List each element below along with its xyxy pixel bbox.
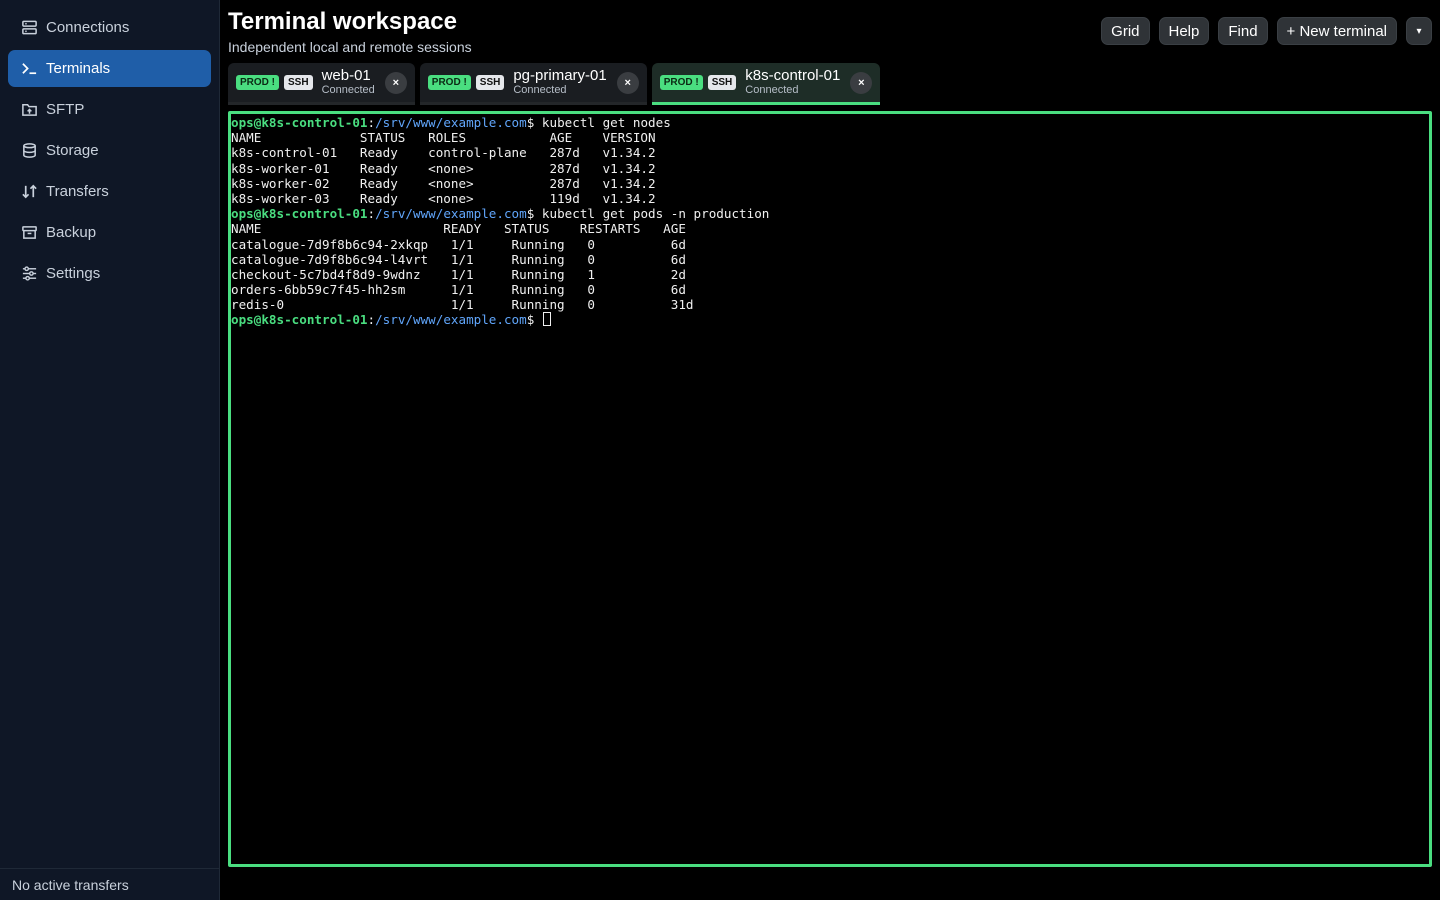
folder-upload-icon xyxy=(20,101,38,119)
terminal-output[interactable]: ops@k8s-control-01:/srv/www/example.com$… xyxy=(228,111,1432,867)
transfer-arrows-icon xyxy=(20,183,38,201)
chevron-down-icon: ▾ xyxy=(1416,25,1422,37)
page-title: Terminal workspace xyxy=(228,8,457,35)
terminal-cursor xyxy=(542,312,551,327)
terminal-output-line: orders-6bb59c7f45-hh2sm 1/1 Running 0 6d xyxy=(231,282,686,298)
prompt-end: $ xyxy=(526,206,542,222)
close-icon[interactable]: × xyxy=(384,71,407,94)
sidebar-item-sftp[interactable]: SFTP xyxy=(8,91,211,128)
page-subtitle: Independent local and remote sessions xyxy=(228,39,472,55)
sidebar-item-connections[interactable]: Connections xyxy=(8,9,211,46)
tab-web-01[interactable]: PROD ! SSH web-01 Connected × xyxy=(228,63,415,105)
archive-icon xyxy=(20,224,38,242)
prompt-end: $ xyxy=(526,115,542,130)
transfer-status: No active transfers xyxy=(0,868,219,900)
terminal-output-line: redis-0 1/1 Running 0 31d xyxy=(231,297,694,313)
tab-text: k8s-control-01 Connected xyxy=(745,68,840,97)
sidebar-item-backup[interactable]: Backup xyxy=(8,214,211,251)
protocol-badge: SSH xyxy=(707,75,737,90)
command-text: kubectl get nodes xyxy=(541,115,671,130)
sidebar-item-transfers[interactable]: Transfers xyxy=(8,173,211,210)
prompt-end: $ xyxy=(526,312,542,328)
env-badge: PROD ! xyxy=(659,75,703,90)
protocol-badge: SSH xyxy=(284,75,313,90)
sidebar: Connections Terminals SFTP Storage Trans… xyxy=(0,0,220,900)
tab-status: Connected xyxy=(745,84,799,96)
prompt-user: ops@k8s-control-01 xyxy=(231,115,368,130)
sidebar-item-label: Backup xyxy=(46,224,97,241)
server-icon xyxy=(20,19,38,37)
sidebar-item-storage[interactable]: Storage xyxy=(8,132,211,169)
terminal-prompt-line: ops@k8s-control-01:/srv/www/example.com$ xyxy=(231,312,1429,327)
sidebar-item-settings[interactable]: Settings xyxy=(8,255,211,292)
database-icon xyxy=(20,142,38,160)
terminal-output-line: catalogue-7d9f8b6c94-2xkqp 1/1 Running 0… xyxy=(231,236,686,252)
sidebar-item-label: SFTP xyxy=(46,101,85,118)
sidebar-item-label: Storage xyxy=(46,142,99,159)
sidebar-nav: Connections Terminals SFTP Storage Trans… xyxy=(0,0,219,292)
tab-status: Connected xyxy=(513,84,567,96)
env-badge: PROD ! xyxy=(236,75,279,90)
tab-name: k8s-control-01 xyxy=(745,67,841,84)
tab-pg-primary-01[interactable]: PROD ! SSH pg-primary-01 Connected × xyxy=(419,63,647,105)
new-terminal-button[interactable]: + New terminal xyxy=(1276,17,1397,45)
terminal-icon xyxy=(20,60,38,78)
terminal-output-line: NAME READY STATUS RESTARTS AGE xyxy=(231,221,686,237)
tab-status: Connected xyxy=(321,84,375,96)
sidebar-item-terminals[interactable]: Terminals xyxy=(8,50,211,87)
prompt-user: ops@k8s-control-01 xyxy=(231,312,368,328)
tab-name: web-01 xyxy=(321,67,371,84)
help-button[interactable]: Help xyxy=(1158,17,1210,45)
sidebar-item-label: Connections xyxy=(46,19,130,36)
sidebar-item-label: Settings xyxy=(46,265,101,282)
prompt-path: /srv/www/example.com xyxy=(375,312,527,328)
prompt-path: /srv/www/example.com xyxy=(375,115,527,130)
terminal-command-line: ops@k8s-control-01:/srv/www/example.com$… xyxy=(231,115,1429,130)
terminal-output-line: checkout-5c7bd4f8d9-9wdnz 1/1 Running 1 … xyxy=(231,266,686,282)
terminal-command-line: ops@k8s-control-01:/srv/www/example.com$… xyxy=(231,206,1429,221)
close-icon[interactable]: × xyxy=(850,71,873,94)
prompt-separator: : xyxy=(367,206,376,222)
tab-name: pg-primary-01 xyxy=(513,67,607,84)
main-panel: Terminal workspace Independent local and… xyxy=(220,0,1440,900)
terminal-output-line: catalogue-7d9f8b6c94-l4vrt 1/1 Running 0… xyxy=(231,251,686,267)
tab-text: web-01 Connected xyxy=(322,68,375,97)
session-tabs: PROD ! SSH web-01 Connected × PROD ! SSH… xyxy=(228,63,881,105)
prompt-path: /srv/www/example.com xyxy=(375,206,527,222)
grid-button[interactable]: Grid xyxy=(1101,17,1150,45)
terminal-output-line: k8s-control-01 Ready control-plane 287d … xyxy=(231,145,656,161)
sidebar-item-label: Transfers xyxy=(46,183,109,200)
prompt-separator: : xyxy=(367,312,376,328)
terminal-output-line: k8s-worker-01 Ready <none> 287d v1.34.2 xyxy=(231,160,656,176)
prompt-user: ops@k8s-control-01 xyxy=(231,206,368,222)
env-badge: PROD ! xyxy=(427,75,471,90)
toolbar: Grid Help Find + New terminal ▾ xyxy=(1101,17,1432,45)
find-button[interactable]: Find xyxy=(1218,17,1268,45)
new-terminal-menu-button[interactable]: ▾ xyxy=(1406,17,1432,45)
terminal-output-line: NAME STATUS ROLES AGE VERSION xyxy=(231,130,656,146)
sliders-icon xyxy=(20,265,38,283)
prompt-separator: : xyxy=(367,115,376,130)
tab-text: pg-primary-01 Connected xyxy=(513,68,606,97)
tab-k8s-control-01[interactable]: PROD ! SSH k8s-control-01 Connected × xyxy=(651,63,881,105)
command-text: kubectl get pods -n production xyxy=(541,206,770,222)
terminal-output-line: k8s-worker-02 Ready <none> 287d v1.34.2 xyxy=(231,175,656,191)
terminal-output-line: k8s-worker-03 Ready <none> 119d v1.34.2 xyxy=(231,190,656,206)
protocol-badge: SSH xyxy=(475,75,505,90)
sidebar-item-label: Terminals xyxy=(46,60,111,77)
close-icon[interactable]: × xyxy=(616,71,639,94)
